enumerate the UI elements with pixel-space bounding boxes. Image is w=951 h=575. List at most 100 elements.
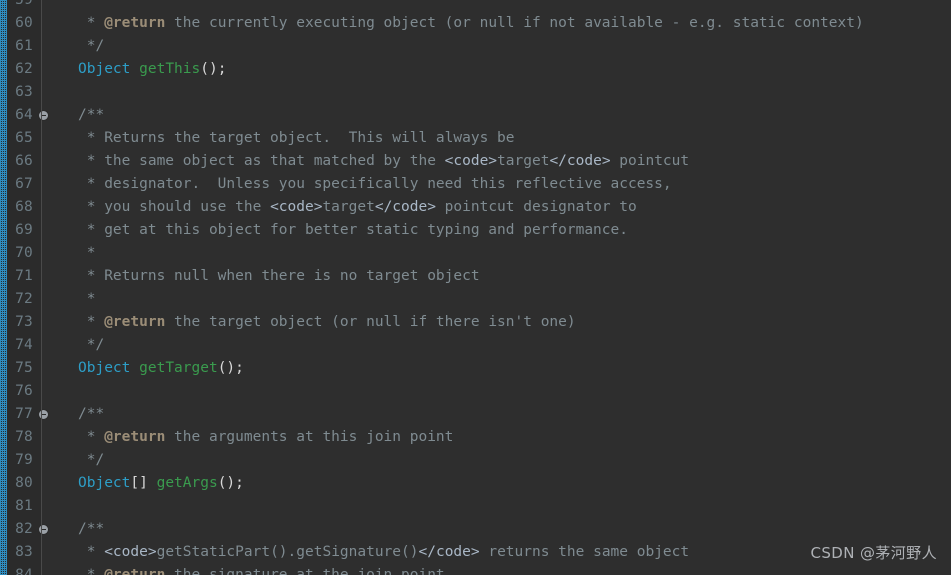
- code-line-78[interactable]: * @return the arguments at this join poi…: [42, 426, 454, 449]
- code-line-71[interactable]: * Returns null when there is no target o…: [42, 265, 480, 288]
- code-line-77[interactable]: /**: [42, 403, 104, 426]
- token-at: @return: [104, 15, 166, 31]
- code-line-82[interactable]: /**: [42, 518, 104, 541]
- code-line-81[interactable]: [42, 495, 78, 518]
- token-c: *: [78, 15, 105, 31]
- token-c: *: [78, 291, 96, 307]
- gutter-line-80[interactable]: 80: [7, 472, 41, 495]
- code-line-59[interactable]: *: [42, 0, 104, 12]
- line-number: 63: [15, 84, 33, 100]
- gutter-line-62[interactable]: 62: [7, 58, 41, 81]
- token-cd: */: [78, 452, 105, 468]
- line-number: 79: [15, 452, 33, 468]
- line-number: 70: [15, 245, 33, 261]
- gutter-line-78[interactable]: 78: [7, 426, 41, 449]
- line-number: 65: [15, 130, 33, 146]
- token-meth: getTarget: [139, 360, 218, 376]
- gutter-line-75[interactable]: 75: [7, 357, 41, 380]
- code-editor[interactable]: 59 60 61 62 63 64 65 66 67 68 69 70 71 72 73 74 75 76 77 78…: [0, 0, 951, 575]
- token-tag: <code>: [444, 153, 498, 169]
- code-line-67[interactable]: * designator. Unless you specifically ne…: [42, 173, 672, 196]
- line-number-gutter[interactable]: 59 60 61 62 63 64 65 66 67 68 69 70 71 72 73 74 75 76 77 78…: [7, 0, 48, 575]
- code-line-63[interactable]: [42, 81, 78, 104]
- gutter-line-70[interactable]: 70: [7, 242, 41, 265]
- token-c: * the same object as that matched by the: [78, 153, 445, 169]
- gutter-line-68[interactable]: 68: [7, 196, 41, 219]
- token-type: Object: [78, 475, 131, 491]
- token-c: getStaticPart().getSignature(): [156, 544, 419, 560]
- gutter-line-83[interactable]: 83: [7, 541, 41, 564]
- line-number: 71: [15, 268, 33, 284]
- gutter-line-63[interactable]: 63: [7, 81, 41, 104]
- token-pnc: [130, 61, 139, 77]
- code-line-68[interactable]: * you should use the <code>target</code>…: [42, 196, 637, 219]
- gutter-line-72[interactable]: 72: [7, 288, 41, 311]
- line-number: 62: [15, 61, 33, 77]
- token-tag: </code>: [418, 544, 480, 560]
- code-line-80[interactable]: Object[] getArgs();: [42, 472, 244, 495]
- token-c: * designator. Unless you specifically ne…: [78, 176, 672, 192]
- code-line-61[interactable]: */: [42, 35, 104, 58]
- code-line-74[interactable]: */: [42, 334, 104, 357]
- code-line-65[interactable]: * Returns the target object. This will a…: [42, 127, 515, 150]
- token-c: *: [78, 314, 105, 330]
- gutter-line-76[interactable]: 76: [7, 380, 41, 403]
- gutter-line-84[interactable]: 84: [7, 564, 41, 575]
- token-type: Object: [78, 360, 131, 376]
- code-line-76[interactable]: [42, 380, 78, 403]
- token-c: returns the same object: [479, 544, 690, 560]
- token-c: pointcut designator to: [435, 199, 637, 215]
- vcs-change-stripe[interactable]: [0, 0, 7, 575]
- gutter-line-79[interactable]: 79: [7, 449, 41, 472]
- gutter-line-74[interactable]: 74: [7, 334, 41, 357]
- token-c: the signature at the join point.: [165, 567, 454, 575]
- gutter-line-65[interactable]: 65: [7, 127, 41, 150]
- gutter-line-59[interactable]: 59: [7, 0, 41, 12]
- gutter-line-71[interactable]: 71: [7, 265, 41, 288]
- gutter-line-82[interactable]: 82: [7, 518, 48, 541]
- line-number: 75: [15, 360, 33, 376]
- code-line-73[interactable]: * @return the target object (or null if …: [42, 311, 576, 334]
- gutter-line-81[interactable]: 81: [7, 495, 41, 518]
- code-line-83[interactable]: * <code>getStaticPart().getSignature()</…: [42, 541, 689, 564]
- code-line-62[interactable]: Object getThis();: [42, 58, 226, 81]
- line-number: 80: [15, 475, 33, 491]
- token-meth: getArgs: [156, 475, 218, 491]
- gutter-line-77[interactable]: 77: [7, 403, 48, 426]
- code-line-60[interactable]: * @return the currently executing object…: [42, 12, 864, 35]
- line-number: 69: [15, 222, 33, 238]
- code-line-72[interactable]: *: [42, 288, 96, 311]
- code-line-69[interactable]: * get at this object for better static t…: [42, 219, 628, 242]
- code-line-84[interactable]: * @return the signature at the join poin…: [42, 564, 454, 575]
- gutter-line-69[interactable]: 69: [7, 219, 41, 242]
- token-at: @return: [104, 429, 166, 445]
- gutter-line-61[interactable]: 61: [7, 35, 41, 58]
- code-line-64[interactable]: /**: [42, 104, 104, 127]
- gutter-line-66[interactable]: 66: [7, 150, 41, 173]
- token-c: * Returns the target object. This will a…: [78, 130, 515, 146]
- token-cd: */: [78, 38, 105, 54]
- gutter-line-64[interactable]: 64: [7, 104, 48, 127]
- line-number: 81: [15, 498, 33, 514]
- code-line-79[interactable]: */: [42, 449, 104, 472]
- line-number: 72: [15, 291, 33, 307]
- token-at: @return: [104, 567, 166, 575]
- token-c: *: [78, 567, 105, 575]
- gutter-line-67[interactable]: 67: [7, 173, 41, 196]
- token-tag: </code>: [549, 153, 611, 169]
- line-number: 74: [15, 337, 33, 353]
- code-line-70[interactable]: *: [42, 242, 96, 265]
- code-line-66[interactable]: * the same object as that matched by the…: [42, 150, 689, 173]
- gutter-line-60[interactable]: 60: [7, 12, 41, 35]
- token-c: the target object (or null if there isn'…: [165, 314, 576, 330]
- token-tag: <code>: [104, 544, 157, 560]
- code-content-area[interactable]: * * @return the currently executing obje…: [42, 0, 951, 575]
- token-pnc: [130, 360, 139, 376]
- token-cd: /**: [78, 406, 105, 422]
- token-pnc: []: [130, 475, 157, 491]
- line-number: 73: [15, 314, 33, 330]
- token-c: * you should use the: [78, 199, 271, 215]
- gutter-line-73[interactable]: 73: [7, 311, 41, 334]
- token-tag: <code>: [270, 199, 323, 215]
- code-line-75[interactable]: Object getTarget();: [42, 357, 244, 380]
